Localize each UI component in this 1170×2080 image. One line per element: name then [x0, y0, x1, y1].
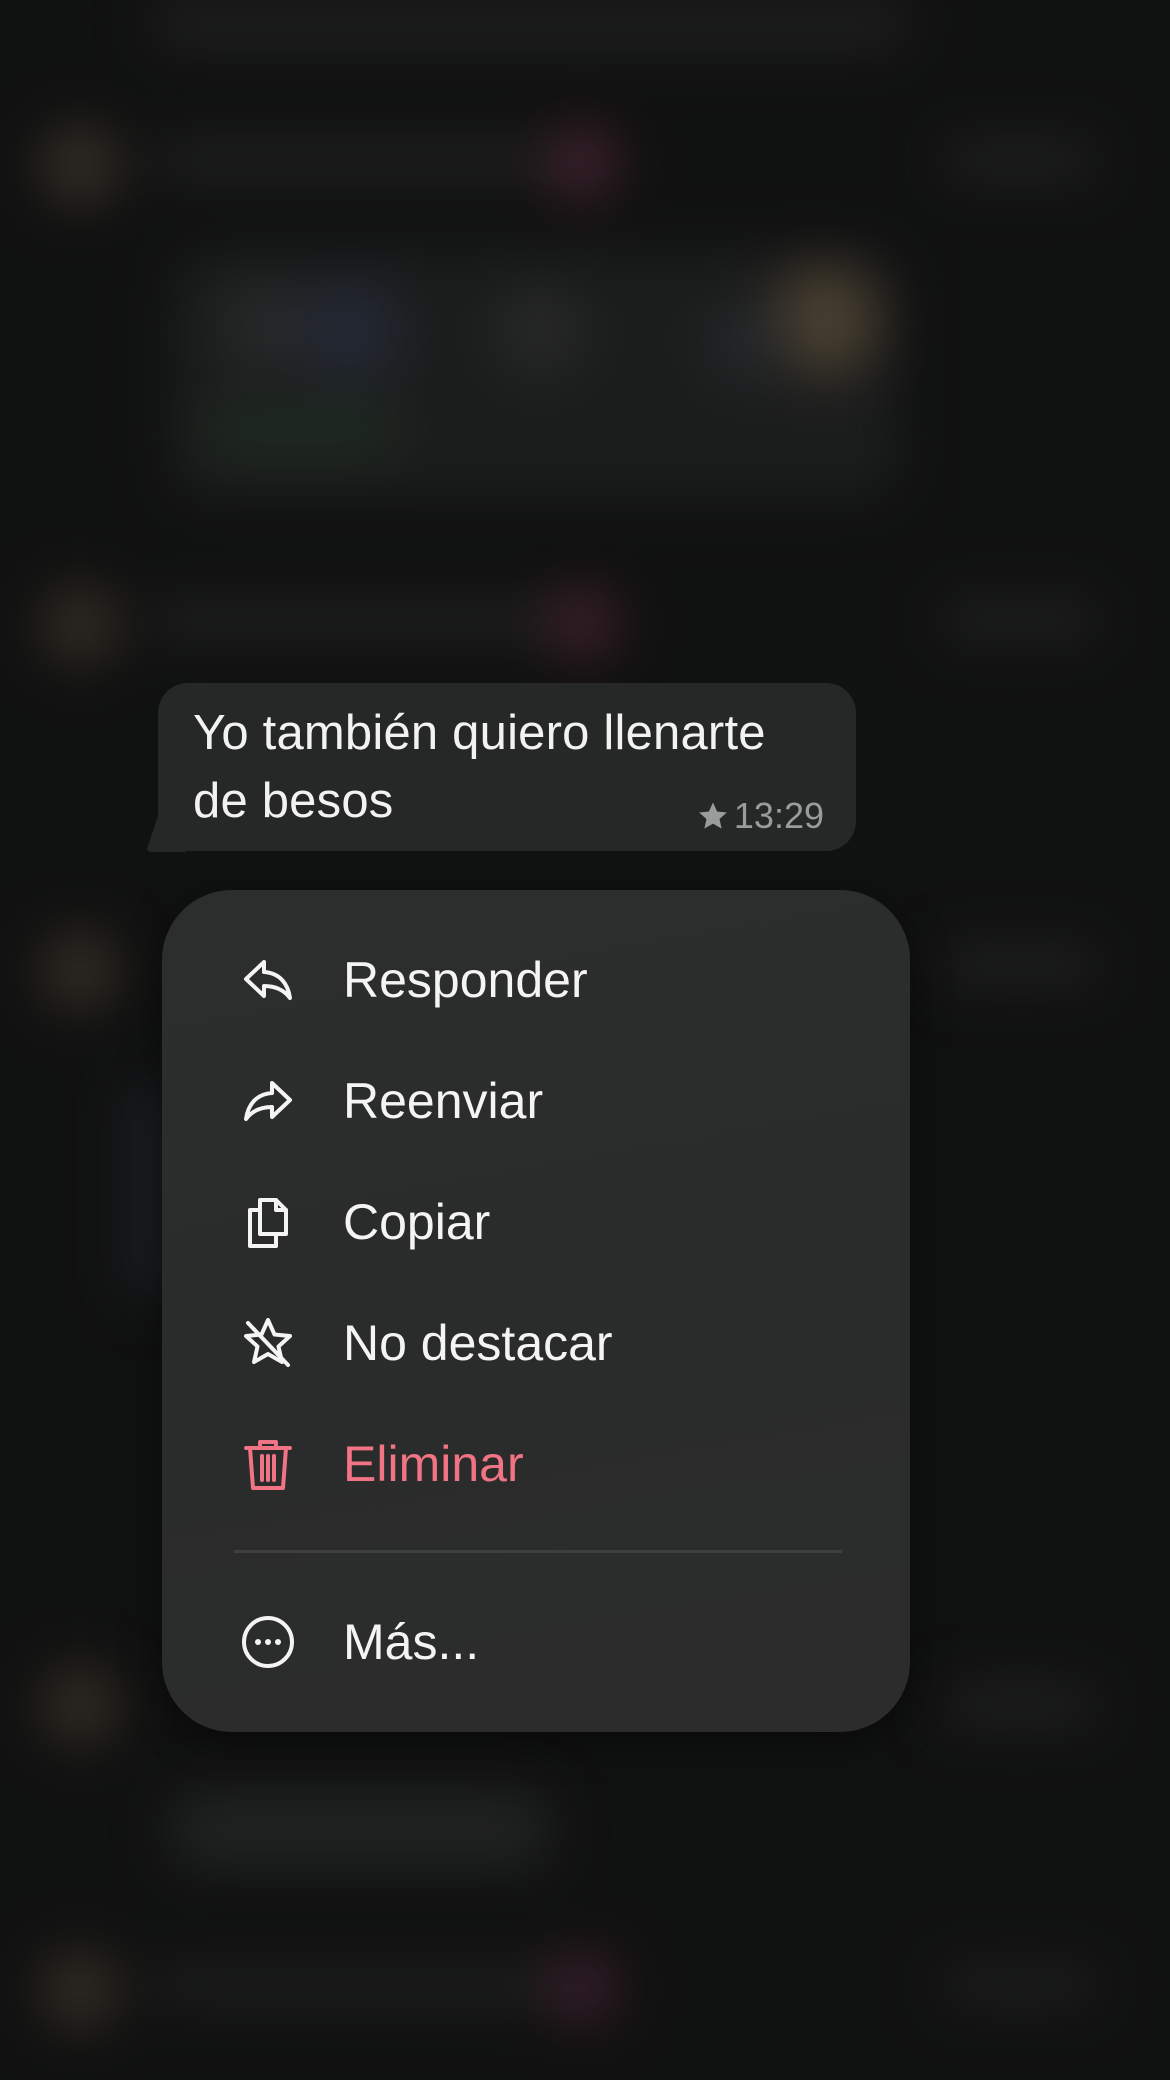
menu-item-unstar[interactable]: No destacar [162, 1293, 910, 1393]
menu-item-label: Copiar [343, 1194, 491, 1250]
unstar-icon [240, 1315, 296, 1371]
menu-item-label: Más... [343, 1614, 480, 1670]
copy-icon [240, 1194, 296, 1250]
more-icon [240, 1614, 296, 1670]
menu-divider [234, 1550, 842, 1553]
menu-item-copy[interactable]: Copiar [162, 1172, 910, 1272]
message-time: 13:29 [733, 795, 824, 836]
menu-item-label: Responder [343, 952, 588, 1008]
menu-item-forward[interactable]: Reenviar [162, 1051, 910, 1151]
forward-icon [240, 1073, 296, 1129]
star-icon [696, 799, 730, 833]
menu-item-label: No destacar [343, 1315, 613, 1371]
menu-item-label: Eliminar [343, 1436, 524, 1492]
reply-icon [240, 952, 296, 1008]
trash-icon [240, 1436, 296, 1492]
message-bubble[interactable]: Yo también quiero llenarte de besos 13:2… [158, 683, 856, 851]
menu-item-reply[interactable]: Responder [162, 930, 910, 1030]
menu-item-label: Reenviar [343, 1073, 544, 1129]
menu-item-more[interactable]: Más... [162, 1592, 910, 1692]
message-meta: 13:29 [696, 795, 824, 837]
message-context-menu: Responder Reenviar Copiar No destacar El… [162, 890, 910, 1732]
menu-item-delete[interactable]: Eliminar [162, 1414, 910, 1514]
